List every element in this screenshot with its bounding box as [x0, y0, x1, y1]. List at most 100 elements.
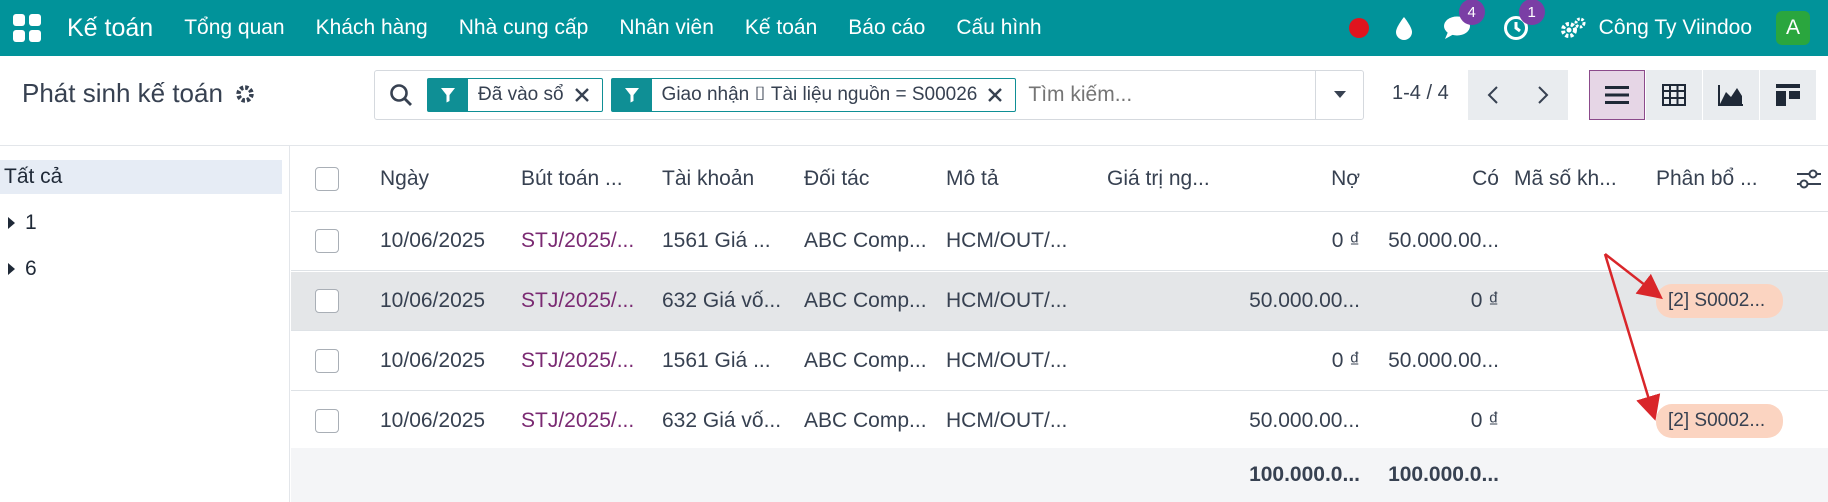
row-checkbox-cell [315, 272, 339, 330]
cell-date: 10/06/2025 [380, 332, 500, 390]
col-header-amount-currency[interactable]: Giá trị ng... [1107, 146, 1227, 211]
search-options-toggle[interactable] [1315, 71, 1363, 119]
cell-credit: 50.000.00... [1370, 212, 1499, 270]
menu-overview[interactable]: Tổng quan [184, 16, 284, 40]
cell-date-text: 10/06/2025 [380, 289, 486, 312]
cell-entry-text[interactable]: STJ/2025/... [521, 409, 634, 433]
cell-partner: ABC Comp... [804, 332, 929, 390]
pager-previous-button[interactable] [1468, 70, 1518, 120]
column-settings-icon[interactable] [1796, 146, 1822, 211]
cell-description: HCM/OUT/... [946, 212, 1076, 270]
cell-entry-text[interactable]: STJ/2025/... [521, 349, 634, 373]
cell-partner-text: ABC Comp... [804, 229, 927, 252]
list-view-button[interactable] [1589, 70, 1645, 120]
table-row[interactable]: 10/06/2025 STJ/2025/... 1561 Giá ... ABC Co… [291, 332, 1828, 391]
total-credit: 100.000.0... [1388, 463, 1499, 486]
company-switcher[interactable]: Công Ty Viindoo [1599, 16, 1752, 40]
cell-description-text: HCM/OUT/... [946, 349, 1068, 372]
cell-description-text: HCM/OUT/... [946, 409, 1068, 432]
col-header-description[interactable]: Mô tả [946, 146, 1066, 211]
table-row[interactable]: 10/06/2025 STJ/2025/... 632 Giá vố... ABC C… [291, 272, 1828, 331]
cell-debit: 0 ₫ [1236, 332, 1360, 390]
page-title: Phát sinh kế toán [22, 78, 255, 109]
cell-credit: 50.000.00... [1370, 332, 1499, 390]
settings-gears-icon[interactable] [1559, 16, 1587, 40]
row-checkbox-cell [315, 392, 339, 450]
drop-icon[interactable] [1395, 16, 1413, 40]
cell-debit: 0 ₫ [1236, 212, 1360, 270]
row-checkbox-cell [315, 212, 339, 270]
facet-label: Giao nhận ⌷ Tài liệu nguồn = S00026 [661, 84, 978, 105]
analytic-tag[interactable]: [2] S0002... [1656, 284, 1784, 318]
journal-items-table: Ngày Bút toán ... Tài khoản Đối tác Mô t… [291, 146, 1828, 502]
sidebar-item-all[interactable]: Tất cả [0, 160, 282, 194]
cell-entry: STJ/2025/... [521, 392, 646, 450]
filter-icon [611, 79, 652, 111]
kanban-view-button[interactable] [1760, 70, 1816, 120]
col-header-debit[interactable]: Nợ [1236, 146, 1360, 211]
pager-next-button[interactable] [1518, 70, 1568, 120]
messages-icon[interactable]: 4 [1443, 0, 1485, 41]
cell-partner-text: ABC Comp... [804, 409, 927, 432]
activity-clock-icon[interactable]: 1 [1503, 0, 1545, 41]
col-header-account[interactable]: Tài khoản [662, 146, 782, 211]
cell-entry: STJ/2025/... [521, 332, 646, 390]
gear-icon[interactable] [235, 84, 255, 104]
cell-debit-text: 0 ₫ [1331, 229, 1360, 252]
search-input[interactable] [1028, 75, 1299, 115]
table-row[interactable]: 10/06/2025 STJ/2025/... 1561 Giá ... ABC Co… [291, 212, 1828, 271]
group-sidebar: Tất cả 1 6 [0, 146, 290, 502]
menu-vendors[interactable]: Nhà cung cấp [459, 16, 589, 40]
pivot-view-button[interactable] [1646, 70, 1702, 120]
table-row[interactable]: 10/06/2025 STJ/2025/... 632 Giá vố... ABC C… [291, 392, 1828, 451]
cell-account-text: 632 Giá vố... [662, 289, 782, 312]
cell-account-text: 632 Giá vố... [662, 409, 782, 432]
menu-configuration[interactable]: Cấu hình [956, 16, 1041, 40]
filter-icon [428, 79, 468, 111]
cell-account: 1561 Giá ... [662, 212, 787, 270]
cell-entry-text[interactable]: STJ/2025/... [521, 229, 634, 253]
cell-credit-text: 50.000.00... [1388, 229, 1499, 252]
row-checkbox[interactable] [315, 349, 339, 373]
menu-accounting[interactable]: Kế toán [745, 16, 817, 40]
pager-value[interactable]: 1-4 / 4 [1392, 82, 1449, 105]
search-bar: Đã vào sổ Giao nhận ⌷ Tài liệu nguồn = S… [374, 70, 1364, 120]
menu-customers[interactable]: Khách hàng [316, 16, 428, 40]
recording-dot-icon[interactable] [1348, 18, 1369, 38]
analytic-tag[interactable]: [2] S0002... [1656, 404, 1784, 438]
cell-entry-text[interactable]: STJ/2025/... [521, 289, 634, 313]
col-header-analytic[interactable]: Phân bổ ... [1656, 146, 1776, 211]
apps-grid-icon[interactable] [12, 13, 42, 43]
menu-reports[interactable]: Báo cáo [848, 16, 925, 40]
sidebar-item-group[interactable]: 1 [8, 211, 37, 235]
cell-account: 1561 Giá ... [662, 332, 787, 390]
graph-view-button[interactable] [1703, 70, 1759, 120]
row-checkbox[interactable] [315, 229, 339, 253]
col-header-tax-code[interactable]: Mã số kh... [1514, 146, 1634, 211]
cell-credit-text: 50.000.00... [1388, 349, 1499, 372]
col-header-date[interactable]: Ngày [380, 146, 490, 211]
totals-row: 100.000.0... 100.000.0... [291, 448, 1828, 502]
row-checkbox[interactable] [315, 409, 339, 433]
total-debit: 100.000.0... [1249, 463, 1360, 486]
select-all-cell[interactable] [315, 146, 339, 211]
col-header-credit[interactable]: Có [1370, 146, 1499, 211]
cell-description-text: HCM/OUT/... [946, 289, 1068, 312]
row-checkbox[interactable] [315, 289, 339, 313]
facet-label: Đã vào sổ [478, 84, 564, 105]
sidebar-item-group[interactable]: 6 [8, 257, 37, 281]
cell-debit-text: 50.000.00... [1249, 289, 1360, 312]
close-icon[interactable] [987, 87, 1015, 103]
app-brand[interactable]: Kế toán [67, 14, 153, 43]
cell-date: 10/06/2025 [380, 212, 500, 270]
cell-partner-text: ABC Comp... [804, 289, 927, 312]
select-all-checkbox[interactable] [315, 166, 339, 191]
activity-badge: 1 [1518, 0, 1545, 25]
col-header-partner[interactable]: Đối tác [804, 146, 924, 211]
menu-employees[interactable]: Nhân viên [619, 16, 714, 40]
close-icon[interactable] [574, 87, 602, 103]
user-avatar[interactable]: A [1776, 11, 1810, 45]
cell-entry: STJ/2025/... [521, 212, 646, 270]
pivot-table-icon [1662, 84, 1686, 106]
col-header-entry[interactable]: Bút toán ... [521, 146, 641, 211]
